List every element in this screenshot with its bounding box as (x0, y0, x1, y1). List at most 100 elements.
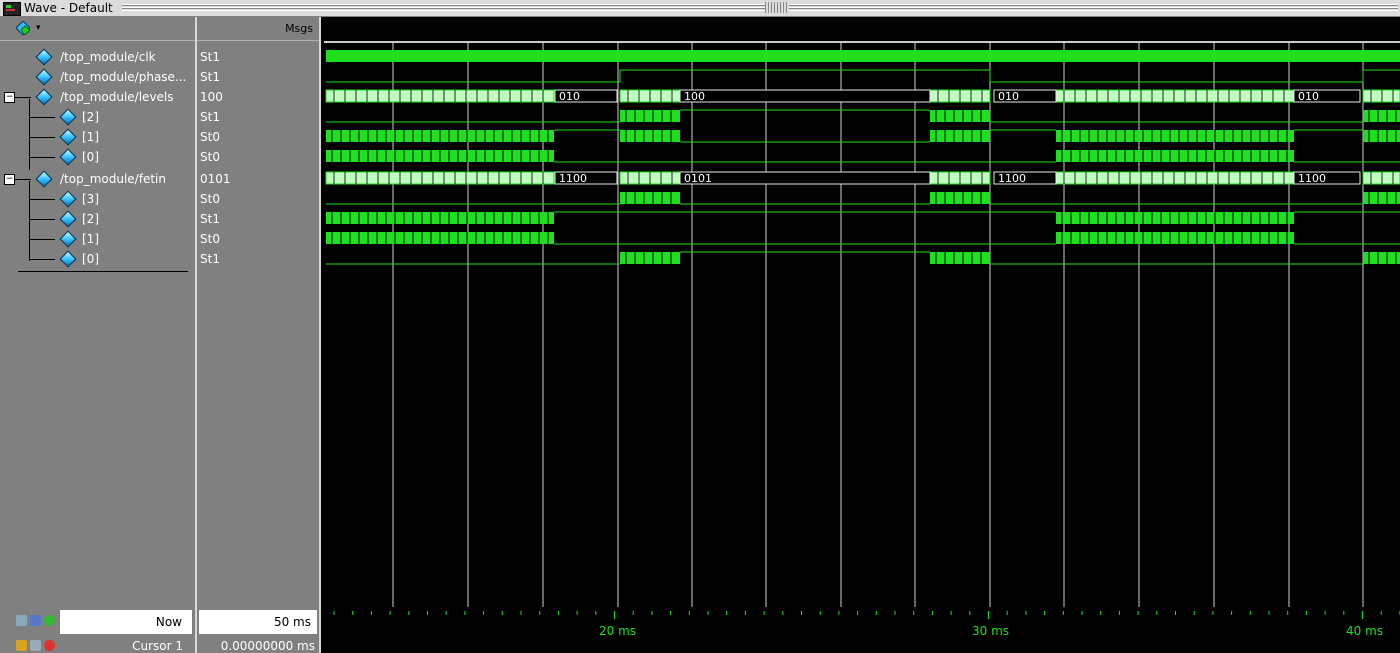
lock-icon[interactable] (16, 640, 27, 651)
value-row: St1 (199, 67, 317, 87)
value-row: St0 (199, 127, 317, 147)
signal-diamond-icon (59, 108, 77, 126)
tree-line (29, 117, 55, 118)
signal-label: [3] (82, 192, 99, 206)
pane-splitter[interactable] (195, 17, 197, 653)
wave-tool-icon[interactable] (16, 615, 27, 626)
signal-label: /top_module/clk (60, 50, 156, 64)
value-row: St0 (199, 147, 317, 167)
expand-minus-icon[interactable]: − (4, 174, 15, 185)
waveform-svg: 010 100 010 010 1100 0101 1100 1100 (325, 43, 1400, 607)
fetin1-wave (1056, 232, 1294, 244)
signal-row-levels-2[interactable]: [2] (0, 107, 195, 127)
cursor-value: 0.00000000 ms (220, 639, 315, 653)
msgs-header: Msgs (197, 17, 319, 41)
time-ruler[interactable]: 20 ms 30 ms 40 ms (324, 607, 1400, 653)
levels0-wave (1056, 150, 1294, 162)
tree-line (29, 199, 55, 200)
window-title: Wave - Default (24, 1, 113, 15)
bottom-left-panel: Now Cursor 1 (0, 607, 195, 653)
levels-bus (325, 89, 555, 103)
edit-cursor-icon[interactable] (30, 640, 41, 651)
signal-diamond-icon (35, 88, 53, 106)
signal-label: [2] (82, 110, 99, 124)
signal-diamond-icon (59, 210, 77, 228)
signal-diamond-icon (35, 170, 53, 188)
insert-marker-line (18, 271, 188, 272)
tree-line (15, 179, 31, 180)
tree-line (15, 97, 31, 98)
signal-label: [0] (82, 150, 99, 164)
fetin-bus-value-label: 1100 (998, 172, 1026, 185)
signal-row-fetin-3[interactable]: [3] (0, 189, 195, 209)
ruler-label: 40 ms (1346, 624, 1384, 638)
levels-bus (1055, 89, 1295, 103)
signal-value: St0 (200, 192, 220, 206)
signal-label: [1] (82, 232, 99, 246)
signal-label: /top_module/levels (60, 90, 174, 104)
levels-bus-value-label: 010 (998, 90, 1019, 103)
expand-minus-icon[interactable]: − (4, 92, 15, 103)
signal-label: /top_module/fetin (60, 172, 166, 186)
signal-diamond-icon (59, 250, 77, 268)
signal-diamond-icon (59, 230, 77, 248)
signal-diamond-icon (59, 128, 77, 146)
fetin-bus-value-label: 1100 (559, 172, 587, 185)
fetin-bus-value-box (679, 171, 931, 185)
cursor-label[interactable]: Cursor 1 (132, 639, 183, 653)
fetin-bus (1055, 171, 1295, 185)
signal-row-phase[interactable]: /top_module/phase... (0, 67, 195, 87)
titlebar-rule (122, 4, 1398, 11)
value-row: St1 (199, 249, 317, 269)
signal-names-pane: ▾ /top_module/clk /top_module/phase... −… (0, 17, 195, 607)
value-row: 0101 (199, 169, 317, 189)
signal-diamond-icon (59, 190, 77, 208)
signal-row-levels-0[interactable]: [0] (0, 147, 195, 167)
levels1-wave (1056, 130, 1294, 142)
signal-value: St1 (200, 50, 220, 64)
signal-value: 0101 (200, 172, 231, 186)
signal-diamond-icon (59, 148, 77, 166)
ruler-label: 30 ms (972, 624, 1010, 638)
signal-palette-icon[interactable] (16, 21, 30, 35)
value-row: St1 (199, 209, 317, 229)
value-row: St0 (199, 189, 317, 209)
waveform-canvas[interactable]: 010 100 010 010 1100 0101 1100 1100 (324, 17, 1400, 607)
signal-value: St1 (200, 70, 220, 84)
remove-icon[interactable] (44, 640, 55, 651)
signal-value: St0 (200, 150, 220, 164)
add-icon[interactable] (44, 615, 55, 626)
now-label-box: Now (60, 610, 192, 634)
fetin-bus-value-label: 1100 (1298, 172, 1326, 185)
value-row: 100 (199, 87, 317, 107)
window-titlebar[interactable]: Wave - Default (0, 0, 1400, 17)
signal-value: St0 (200, 130, 220, 144)
titlebar-grip[interactable] (765, 2, 789, 13)
levels-bus-value-box (679, 89, 931, 103)
signal-diamond-icon (35, 48, 53, 66)
clk-wave (326, 50, 1400, 62)
levels-bus-value-label: 010 (1298, 90, 1319, 103)
ruler-label: 20 ms (599, 624, 637, 638)
signal-row-levels-1[interactable]: [1] (0, 127, 195, 147)
value-row: St0 (199, 229, 317, 249)
window-tool-icon[interactable] (30, 615, 41, 626)
signal-value: 100 (200, 90, 223, 104)
signal-label: [0] (82, 252, 99, 266)
signal-row-fetin-1[interactable]: [1] (0, 229, 195, 249)
signal-diamond-icon (35, 68, 53, 86)
signal-row-fetin-0[interactable]: [0] (0, 249, 195, 269)
wave-window-icon (3, 2, 21, 16)
signal-value: St1 (200, 212, 220, 226)
msgs-title: Msgs (285, 22, 313, 35)
signal-label: [2] (82, 212, 99, 226)
value-row: St1 (199, 107, 317, 127)
signal-label: [1] (82, 130, 99, 144)
signal-row-clk[interactable]: /top_module/clk (0, 47, 195, 67)
signal-value: St1 (200, 110, 220, 124)
chevron-down-icon[interactable]: ▾ (36, 23, 41, 33)
fetin2-wave (1056, 212, 1294, 224)
signal-row-fetin-2[interactable]: [2] (0, 209, 195, 229)
bottom-values-panel: 50 ms 0.00000000 ms (197, 607, 319, 653)
signal-label: /top_module/phase... (60, 70, 187, 84)
